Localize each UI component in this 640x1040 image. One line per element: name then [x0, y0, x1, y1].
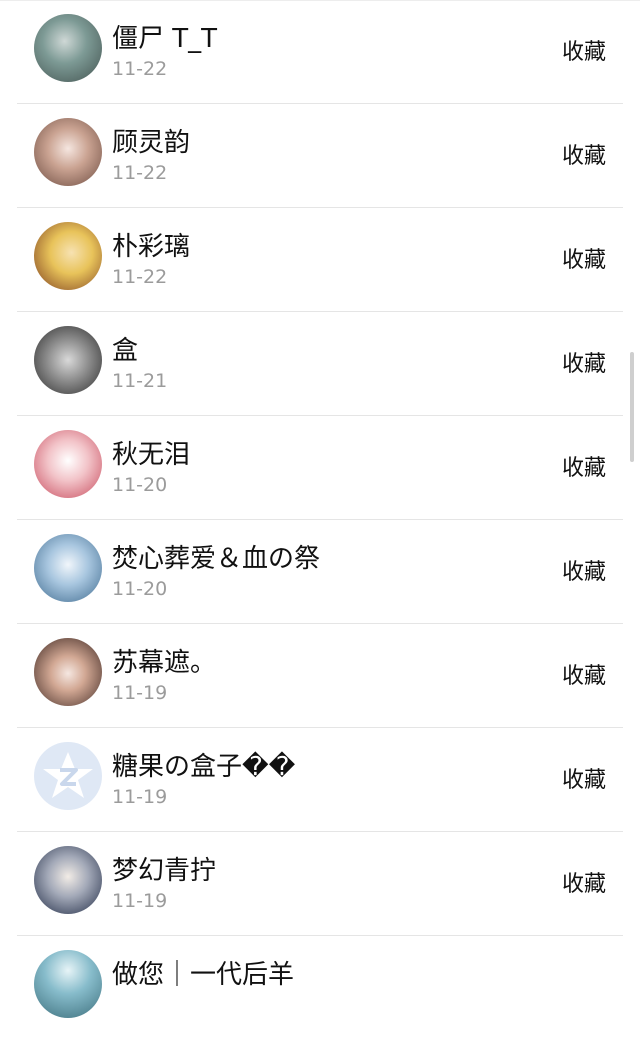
list-item[interactable]: 焚心葬爱＆血の祭 11-20 收藏 [17, 520, 623, 624]
favorite-button[interactable]: 收藏 [562, 450, 606, 482]
user-name: 朴彩璃 [112, 232, 191, 262]
list-item[interactable]: 秋无泪 11-20 收藏 [17, 416, 623, 520]
favorite-button[interactable]: 收藏 [562, 34, 606, 66]
user-name: 做您｜一代后羊 [112, 960, 295, 990]
avatar[interactable] [34, 14, 102, 82]
qq-default-avatar[interactable] [34, 742, 102, 810]
user-name: 焚心葬爱＆血の祭 [112, 544, 321, 574]
favorite-button[interactable]: 收藏 [562, 138, 606, 170]
avatar[interactable] [34, 430, 102, 498]
avatar[interactable] [34, 846, 102, 914]
list-item[interactable]: 梦幻青拧 11-19 收藏 [17, 832, 623, 936]
user-name: 顾灵韵 [112, 128, 191, 158]
list-item-partial[interactable]: 做您｜一代后羊 [17, 936, 623, 1040]
list-item[interactable]: 盒 11-21 收藏 [17, 312, 623, 416]
timestamp: 11-20 [112, 578, 168, 600]
favorite-button[interactable]: 收藏 [562, 346, 606, 378]
star-icon [43, 752, 93, 798]
timestamp: 11-19 [112, 786, 168, 808]
user-name: 秋无泪 [112, 440, 191, 470]
user-name: 盒 [112, 336, 139, 366]
timestamp: 11-19 [112, 890, 168, 912]
user-name: 苏幕遮。 [112, 648, 217, 678]
list-item[interactable]: 苏幕遮。 11-19 收藏 [17, 624, 623, 728]
favorite-button[interactable]: 收藏 [562, 242, 606, 274]
timestamp: 11-22 [112, 266, 168, 288]
favorite-button[interactable]: 收藏 [562, 554, 606, 586]
favorite-button[interactable]: 收藏 [562, 658, 606, 690]
scrollbar[interactable] [630, 352, 634, 462]
avatar[interactable] [34, 118, 102, 186]
avatar[interactable] [34, 222, 102, 290]
timestamp: 11-20 [112, 474, 168, 496]
user-name: 梦幻青拧 [112, 856, 217, 886]
avatar[interactable] [34, 326, 102, 394]
list-item[interactable]: 糖果の盒子�� 11-19 收藏 [17, 728, 623, 832]
favorite-button[interactable]: 收藏 [562, 866, 606, 898]
user-name: 糖果の盒子�� [112, 752, 296, 782]
user-name: 僵尸 T_T [112, 24, 218, 54]
avatar[interactable] [34, 534, 102, 602]
timestamp: 11-22 [112, 162, 168, 184]
favorite-button[interactable]: 收藏 [562, 762, 606, 794]
follower-list: 僵尸 T_T 11-22 收藏 顾灵韵 11-22 收藏 朴彩璃 11-22 收… [0, 0, 640, 1040]
list-item[interactable]: 僵尸 T_T 11-22 收藏 [17, 0, 623, 104]
timestamp: 11-22 [112, 58, 168, 80]
avatar[interactable] [34, 950, 102, 1018]
timestamp: 11-21 [112, 370, 168, 392]
list-item[interactable]: 顾灵韵 11-22 收藏 [17, 104, 623, 208]
avatar[interactable] [34, 638, 102, 706]
list-item[interactable]: 朴彩璃 11-22 收藏 [17, 208, 623, 312]
timestamp: 11-19 [112, 682, 168, 704]
